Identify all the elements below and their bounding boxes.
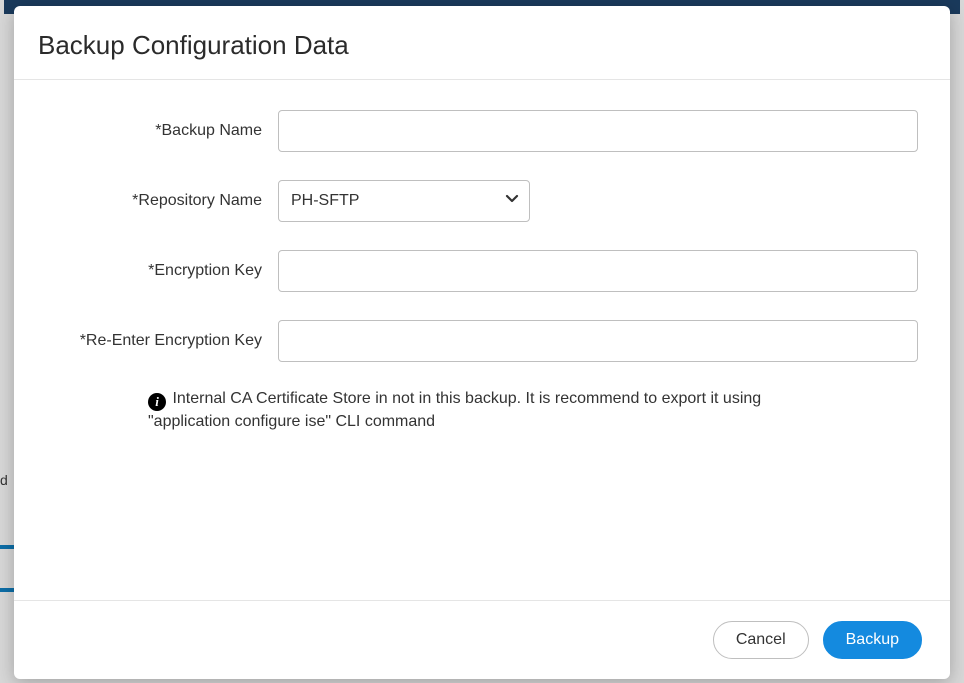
info-icon: i	[148, 393, 166, 411]
label-backup-name: *Backup Name	[38, 122, 278, 140]
label-reenter-encryption-key: *Re-Enter Encryption Key	[38, 332, 278, 350]
row-encryption-key: *Encryption Key	[38, 250, 926, 292]
backup-config-modal: Backup Configuration Data *Backup Name *…	[14, 6, 950, 679]
encryption-key-input[interactable]	[278, 250, 918, 292]
backdrop-stripe-2	[0, 588, 14, 592]
backdrop-fragment-text: d	[0, 472, 8, 488]
repository-name-select[interactable]: PH-SFTP	[278, 180, 530, 222]
modal-title: Backup Configuration Data	[38, 30, 926, 61]
info-note-text: i Internal CA Certificate Store in not i…	[148, 388, 798, 433]
reenter-encryption-key-input[interactable]	[278, 320, 918, 362]
backup-button[interactable]: Backup	[823, 621, 922, 659]
modal-header: Backup Configuration Data	[14, 6, 950, 80]
repository-selected-value: PH-SFTP	[291, 192, 359, 210]
cancel-button[interactable]: Cancel	[713, 621, 809, 659]
label-repository-name: *Repository Name	[38, 192, 278, 210]
row-reenter-encryption-key: *Re-Enter Encryption Key	[38, 320, 926, 362]
row-repository-name: *Repository Name PH-SFTP	[38, 180, 926, 222]
backup-name-input[interactable]	[278, 110, 918, 152]
info-note-content: Internal CA Certificate Store in not in …	[148, 390, 761, 430]
backdrop-stripe-1	[0, 545, 14, 549]
label-encryption-key: *Encryption Key	[38, 262, 278, 280]
modal-body: *Backup Name *Repository Name PH-SFTP *E…	[14, 80, 950, 600]
row-backup-name: *Backup Name	[38, 110, 926, 152]
modal-footer: Cancel Backup	[14, 600, 950, 679]
info-note-row: i Internal CA Certificate Store in not i…	[38, 388, 798, 433]
